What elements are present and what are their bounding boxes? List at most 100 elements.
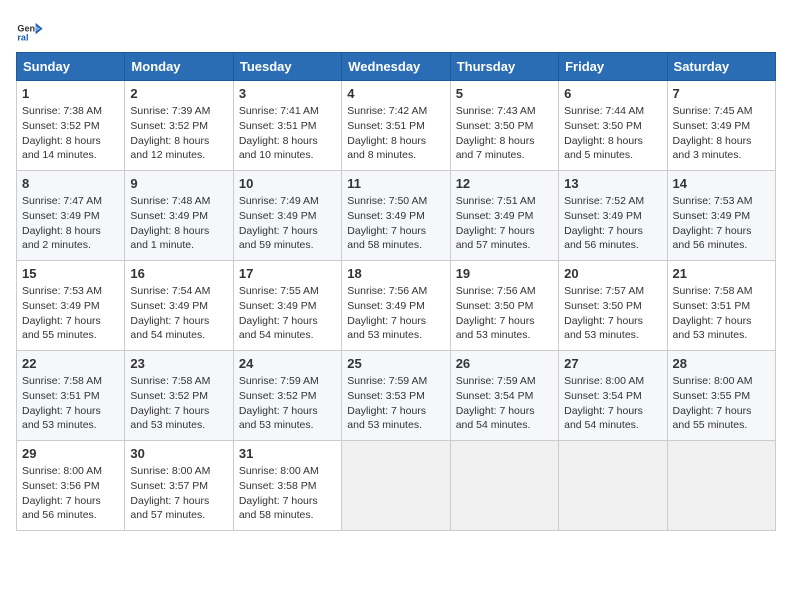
cell-info-line: Daylight: 7 hours	[239, 314, 336, 329]
cell-info-line: and 1 minute.	[130, 238, 227, 253]
cell-info-line: and 53 minutes.	[130, 418, 227, 433]
cell-info-line: Sunrise: 8:00 AM	[22, 464, 119, 479]
cell-info-line: Sunrise: 8:00 AM	[673, 374, 770, 389]
calendar-cell: 20Sunrise: 7:57 AMSunset: 3:50 PMDayligh…	[559, 261, 667, 351]
day-number: 10	[239, 175, 336, 193]
cell-info-line: Daylight: 8 hours	[456, 134, 553, 149]
calendar-cell: 12Sunrise: 7:51 AMSunset: 3:49 PMDayligh…	[450, 171, 558, 261]
cell-info-line: and 53 minutes.	[347, 328, 444, 343]
cell-info-line: and 54 minutes.	[564, 418, 661, 433]
cell-info-line: Daylight: 8 hours	[130, 224, 227, 239]
calendar-cell: 31Sunrise: 8:00 AMSunset: 3:58 PMDayligh…	[233, 441, 341, 531]
cell-info-line: and 55 minutes.	[673, 418, 770, 433]
calendar-cell: 15Sunrise: 7:53 AMSunset: 3:49 PMDayligh…	[17, 261, 125, 351]
cell-info-line: Daylight: 7 hours	[22, 494, 119, 509]
cell-info-line: and 54 minutes.	[456, 418, 553, 433]
cell-info-line: Sunrise: 7:51 AM	[456, 194, 553, 209]
cell-info-line: Daylight: 8 hours	[130, 134, 227, 149]
calendar-cell: 7Sunrise: 7:45 AMSunset: 3:49 PMDaylight…	[667, 81, 775, 171]
week-row-1: 1Sunrise: 7:38 AMSunset: 3:52 PMDaylight…	[17, 81, 776, 171]
calendar-cell: 4Sunrise: 7:42 AMSunset: 3:51 PMDaylight…	[342, 81, 450, 171]
cell-info-line: Sunrise: 8:00 AM	[564, 374, 661, 389]
column-header-tuesday: Tuesday	[233, 53, 341, 81]
cell-info-line: Sunset: 3:52 PM	[239, 389, 336, 404]
day-number: 9	[130, 175, 227, 193]
cell-info-line: and 57 minutes.	[456, 238, 553, 253]
day-number: 4	[347, 85, 444, 103]
cell-info-line: and 53 minutes.	[22, 418, 119, 433]
cell-info-line: and 12 minutes.	[130, 148, 227, 163]
column-header-friday: Friday	[559, 53, 667, 81]
cell-info-line: and 53 minutes.	[347, 418, 444, 433]
day-number: 17	[239, 265, 336, 283]
cell-info-line: Daylight: 8 hours	[22, 224, 119, 239]
cell-info-line: Daylight: 7 hours	[239, 494, 336, 509]
calendar-cell: 23Sunrise: 7:58 AMSunset: 3:52 PMDayligh…	[125, 351, 233, 441]
cell-info-line: and 59 minutes.	[239, 238, 336, 253]
day-number: 25	[347, 355, 444, 373]
day-number: 21	[673, 265, 770, 283]
calendar-cell	[450, 441, 558, 531]
cell-info-line: and 53 minutes.	[673, 328, 770, 343]
column-header-row: SundayMondayTuesdayWednesdayThursdayFrid…	[17, 53, 776, 81]
cell-info-line: Sunrise: 7:53 AM	[673, 194, 770, 209]
day-number: 3	[239, 85, 336, 103]
cell-info-line: Daylight: 7 hours	[347, 224, 444, 239]
cell-info-line: and 53 minutes.	[239, 418, 336, 433]
cell-info-line: Daylight: 7 hours	[564, 224, 661, 239]
calendar-cell: 6Sunrise: 7:44 AMSunset: 3:50 PMDaylight…	[559, 81, 667, 171]
cell-info-line: Sunset: 3:58 PM	[239, 479, 336, 494]
cell-info-line: Sunrise: 7:56 AM	[456, 284, 553, 299]
day-number: 12	[456, 175, 553, 193]
calendar-cell: 9Sunrise: 7:48 AMSunset: 3:49 PMDaylight…	[125, 171, 233, 261]
header: Gene ral	[16, 16, 776, 44]
day-number: 27	[564, 355, 661, 373]
day-number: 6	[564, 85, 661, 103]
cell-info-line: Daylight: 8 hours	[347, 134, 444, 149]
cell-info-line: Daylight: 7 hours	[130, 314, 227, 329]
day-number: 23	[130, 355, 227, 373]
calendar-cell: 21Sunrise: 7:58 AMSunset: 3:51 PMDayligh…	[667, 261, 775, 351]
cell-info-line: and 2 minutes.	[22, 238, 119, 253]
cell-info-line: Sunset: 3:52 PM	[22, 119, 119, 134]
cell-info-line: and 58 minutes.	[239, 508, 336, 523]
cell-info-line: Daylight: 7 hours	[239, 224, 336, 239]
cell-info-line: Sunrise: 7:38 AM	[22, 104, 119, 119]
calendar-cell: 2Sunrise: 7:39 AMSunset: 3:52 PMDaylight…	[125, 81, 233, 171]
cell-info-line: and 54 minutes.	[239, 328, 336, 343]
cell-info-line: Sunrise: 7:45 AM	[673, 104, 770, 119]
calendar-cell: 29Sunrise: 8:00 AMSunset: 3:56 PMDayligh…	[17, 441, 125, 531]
cell-info-line: Daylight: 8 hours	[564, 134, 661, 149]
day-number: 8	[22, 175, 119, 193]
cell-info-line: Daylight: 7 hours	[130, 404, 227, 419]
cell-info-line: and 53 minutes.	[564, 328, 661, 343]
calendar-cell: 11Sunrise: 7:50 AMSunset: 3:49 PMDayligh…	[342, 171, 450, 261]
cell-info-line: and 53 minutes.	[456, 328, 553, 343]
day-number: 7	[673, 85, 770, 103]
cell-info-line: Sunrise: 7:47 AM	[22, 194, 119, 209]
calendar-cell	[667, 441, 775, 531]
cell-info-line: Sunset: 3:50 PM	[564, 119, 661, 134]
cell-info-line: Daylight: 7 hours	[564, 404, 661, 419]
day-number: 19	[456, 265, 553, 283]
cell-info-line: and 5 minutes.	[564, 148, 661, 163]
day-number: 2	[130, 85, 227, 103]
day-number: 18	[347, 265, 444, 283]
cell-info-line: and 56 minutes.	[22, 508, 119, 523]
cell-info-line: Sunset: 3:49 PM	[564, 209, 661, 224]
cell-info-line: Sunset: 3:57 PM	[130, 479, 227, 494]
cell-info-line: Sunrise: 7:59 AM	[456, 374, 553, 389]
cell-info-line: Sunset: 3:52 PM	[130, 389, 227, 404]
cell-info-line: Sunrise: 8:00 AM	[130, 464, 227, 479]
cell-info-line: Daylight: 7 hours	[22, 314, 119, 329]
cell-info-line: and 57 minutes.	[130, 508, 227, 523]
cell-info-line: Sunrise: 7:54 AM	[130, 284, 227, 299]
cell-info-line: Sunset: 3:49 PM	[239, 209, 336, 224]
cell-info-line: and 58 minutes.	[347, 238, 444, 253]
day-number: 26	[456, 355, 553, 373]
calendar-cell: 19Sunrise: 7:56 AMSunset: 3:50 PMDayligh…	[450, 261, 558, 351]
column-header-wednesday: Wednesday	[342, 53, 450, 81]
cell-info-line: Daylight: 7 hours	[673, 224, 770, 239]
cell-info-line: Daylight: 7 hours	[673, 314, 770, 329]
cell-info-line: Sunrise: 8:00 AM	[239, 464, 336, 479]
